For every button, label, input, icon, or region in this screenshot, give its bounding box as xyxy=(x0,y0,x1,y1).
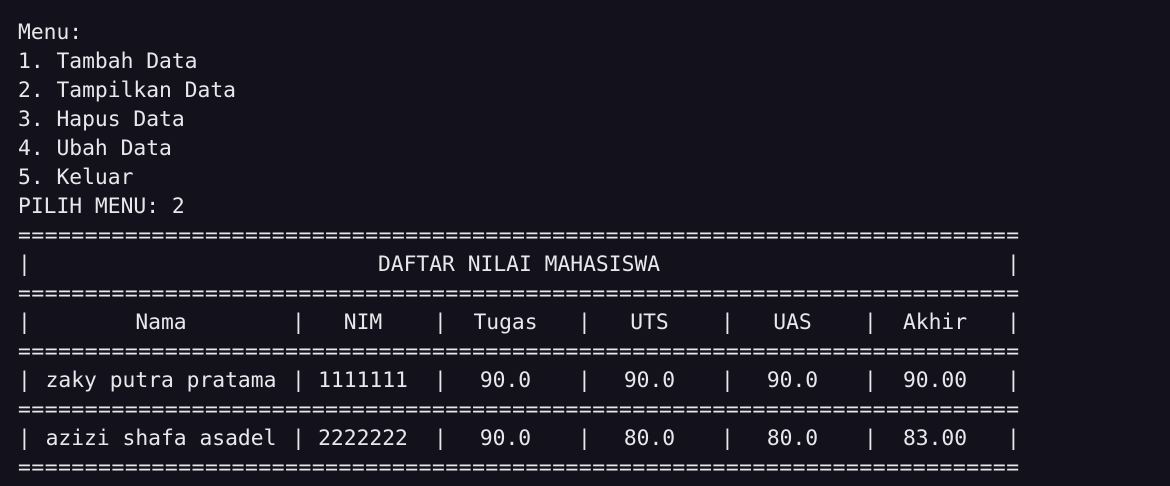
cell-tugas: 90.0 xyxy=(479,368,532,393)
border-bar: | xyxy=(864,368,877,393)
border-bar: | xyxy=(1007,368,1020,393)
terminal-window: Menu: 1. Tambah Data 2. Tampilkan Data 3… xyxy=(0,0,1170,486)
table-row: | azizi shafa asadel | 2222222 | 90.0 | … xyxy=(18,424,1028,453)
border-bar: | xyxy=(578,426,591,451)
border-bar: | xyxy=(1007,252,1020,277)
border-bar: | xyxy=(721,368,734,393)
border-bar: | xyxy=(1007,310,1020,335)
cell-akhir: 90.00 xyxy=(902,368,968,393)
table-separator-row1: ========================================… xyxy=(18,397,1020,422)
header-uas: UAS xyxy=(773,310,812,335)
header-uts: UTS xyxy=(630,310,669,335)
menu-item-hapus-data: 3. Hapus Data xyxy=(18,107,185,132)
border-bar: | xyxy=(434,368,447,393)
cell-uas: 90.0 xyxy=(766,368,819,393)
cell-nim: 2222222 xyxy=(318,426,408,451)
table-separator-top: ========================================… xyxy=(18,223,1020,248)
cell-nama: zaky putra pratama xyxy=(45,368,277,393)
cell-tugas: 90.0 xyxy=(479,426,532,451)
border-bar: | xyxy=(721,310,734,335)
border-bar: | xyxy=(292,426,305,451)
header-tugas: Tugas xyxy=(473,310,538,335)
border-bar: | xyxy=(18,310,31,335)
border-bar: | xyxy=(1007,426,1020,451)
menu-item-keluar: 5. Keluar xyxy=(18,165,134,190)
header-akhir: Akhir xyxy=(902,310,968,335)
header-nim: NIM xyxy=(343,310,383,335)
menu-item-tampilkan-data: 2. Tampilkan Data xyxy=(18,78,236,103)
menu-item-tambah-data: 1. Tambah Data xyxy=(18,49,198,74)
border-bar: | xyxy=(578,368,591,393)
border-bar: | xyxy=(18,368,31,393)
menu-item-ubah-data: 4. Ubah Data xyxy=(18,136,172,161)
cell-uts: 90.0 xyxy=(623,368,676,393)
cell-uts: 80.0 xyxy=(623,426,676,451)
border-bar: | xyxy=(434,310,447,335)
border-bar: | xyxy=(292,310,305,335)
border-bar: | xyxy=(18,426,31,451)
header-nama: Nama xyxy=(135,310,187,335)
table-separator-header: ========================================… xyxy=(18,339,1020,364)
border-bar: | xyxy=(434,426,447,451)
table-separator-bottom: ========================================… xyxy=(18,455,1020,480)
cell-nama: azizi shafa asadel xyxy=(45,426,277,451)
table-separator-title: ========================================… xyxy=(18,281,1020,306)
cell-uas: 80.0 xyxy=(766,426,819,451)
cell-akhir: 83.00 xyxy=(902,426,968,451)
table-title: DAFTAR NILAI MAHASISWA xyxy=(377,252,661,277)
menu-prompt: PILIH MENU: 2 xyxy=(18,194,185,219)
table-header-row: | Nama | NIM | Tugas | UTS | UAS | Akhir… xyxy=(18,308,1028,337)
cell-nim: 1111111 xyxy=(318,368,408,393)
table-row: | zaky putra pratama | 1111111 | 90.0 | … xyxy=(18,366,1028,395)
border-bar: | xyxy=(864,310,877,335)
border-bar: | xyxy=(721,426,734,451)
border-bar: | xyxy=(578,310,591,335)
border-bar: | xyxy=(864,426,877,451)
border-bar: | xyxy=(292,368,305,393)
table-title-row: | DAFTAR NILAI MAHASISWA | xyxy=(18,250,1028,279)
menu-heading: Menu: xyxy=(18,20,83,45)
